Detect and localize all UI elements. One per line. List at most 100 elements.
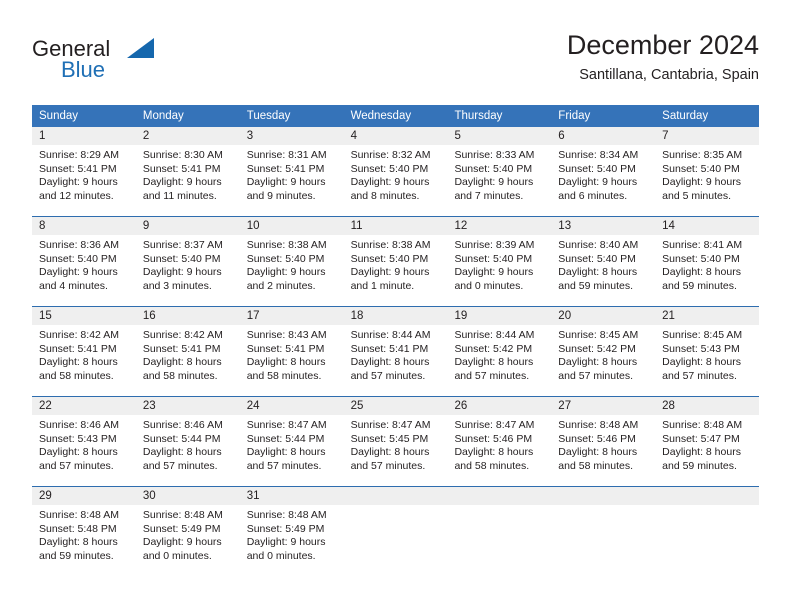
- day-details: Sunrise: 8:46 AM Sunset: 5:43 PM Daylight:…: [32, 415, 136, 479]
- sunrise-text: Sunrise: 8:38 AM: [246, 239, 327, 251]
- day-cell[interactable]: 27 Sunrise: 8:48 AM Sunset: 5:46 PM Dayligh…: [551, 397, 656, 479]
- day-number-band: 4: [343, 127, 448, 145]
- daylight-text-line2: and 12 minutes.: [39, 189, 114, 202]
- day-cell[interactable]: 25 Sunrise: 8:47 AM Sunset: 5:45 PM Dayligh…: [343, 397, 448, 479]
- day-number-band: 23: [135, 397, 240, 415]
- day-number-band: [447, 487, 552, 505]
- day-cell[interactable]: 17 Sunrise: 8:43 AM Sunset: 5:41 PM Dayligh…: [239, 307, 344, 389]
- daylight-text-line2: and 9 minutes.: [246, 189, 316, 202]
- day-details: Sunrise: 8:42 AM Sunset: 5:41 PM Daylight:…: [32, 325, 136, 389]
- sunset-text: Sunset: 5:44 PM: [142, 432, 221, 445]
- day-cell[interactable]: 26 Sunrise: 8:47 AM Sunset: 5:46 PM Dayligh…: [447, 397, 552, 479]
- day-details: Sunrise: 8:29 AM Sunset: 5:41 PM Daylight:…: [32, 145, 136, 209]
- day-number-band: 5: [447, 127, 552, 145]
- sunset-text: Sunset: 5:41 PM: [350, 342, 429, 355]
- sunset-text: Sunset: 5:40 PM: [454, 252, 533, 265]
- day-details: Sunrise: 8:37 AM Sunset: 5:40 PM Daylight:…: [136, 235, 240, 299]
- sunrise-text: Sunrise: 8:48 AM: [142, 509, 223, 521]
- sunrise-text: Sunrise: 8:42 AM: [142, 329, 223, 341]
- day-cell[interactable]: 8 Sunrise: 8:36 AM Sunset: 5:40 PM Daylight…: [32, 217, 136, 299]
- daylight-text-line2: and 57 minutes.: [350, 369, 426, 382]
- day-number: 6: [558, 130, 565, 142]
- sunrise-text: Sunrise: 8:29 AM: [39, 149, 119, 161]
- day-cell[interactable]: 21 Sunrise: 8:45 AM Sunset: 5:43 PM Dayligh…: [655, 307, 760, 389]
- day-details: Sunrise: 8:41 AM Sunset: 5:40 PM Daylight:…: [655, 235, 759, 299]
- sunset-text: Sunset: 5:41 PM: [142, 162, 221, 175]
- day-number: 5: [454, 130, 461, 142]
- day-cell[interactable]: 23 Sunrise: 8:46 AM Sunset: 5:44 PM Dayligh…: [135, 397, 240, 479]
- day-number: 4: [350, 130, 357, 142]
- sunrise-text: Sunrise: 8:30 AM: [142, 149, 223, 161]
- day-number-band: 9: [135, 217, 240, 235]
- day-cell[interactable]: 18 Sunrise: 8:44 AM Sunset: 5:41 PM Dayligh…: [343, 307, 448, 389]
- day-cell[interactable]: 6 Sunrise: 8:34 AM Sunset: 5:40 PM Daylight…: [551, 127, 656, 209]
- day-number: 27: [558, 400, 572, 412]
- day-cell[interactable]: 5 Sunrise: 8:33 AM Sunset: 5:40 PM Daylight…: [447, 127, 552, 209]
- daylight-text-line1: Daylight: 8 hours: [558, 266, 638, 279]
- day-number: 9: [142, 220, 150, 232]
- day-number-band: 1: [32, 127, 136, 145]
- sunset-text: Sunset: 5:40 PM: [558, 252, 636, 265]
- daylight-text-line2: and 57 minutes.: [454, 369, 530, 382]
- day-cell[interactable]: 3 Sunrise: 8:31 AM Sunset: 5:41 PM Daylight…: [239, 127, 344, 209]
- day-cell[interactable]: 29 Sunrise: 8:48 AM Sunset: 5:48 PM Dayligh…: [32, 487, 136, 569]
- day-number-band: 10: [239, 217, 344, 235]
- day-cell[interactable]: 13 Sunrise: 8:40 AM Sunset: 5:40 PM Dayligh…: [551, 217, 656, 299]
- calendar-grid: Sunday Monday Tuesday Wednesday Thursday…: [32, 105, 760, 569]
- sunrise-text: Sunrise: 8:47 AM: [246, 419, 327, 431]
- sunrise-text: Sunrise: 8:31 AM: [246, 149, 327, 161]
- triangle-icon: [127, 38, 154, 58]
- brand-logo[interactable]: General Blue: [32, 36, 232, 92]
- daylight-text-line2: and 59 minutes.: [662, 279, 737, 292]
- daylight-text-line2: and 58 minutes.: [142, 369, 218, 382]
- day-details: Sunrise: 8:48 AM Sunset: 5:48 PM Daylight:…: [32, 505, 136, 569]
- day-details: Sunrise: 8:47 AM Sunset: 5:45 PM Daylight:…: [344, 415, 448, 479]
- daylight-text-line2: and 57 minutes.: [662, 369, 737, 382]
- week-row: 1 Sunrise: 8:29 AM Sunset: 5:41 PM Daylight…: [32, 127, 760, 209]
- day-number-band: 27: [551, 397, 656, 415]
- day-cell[interactable]: 4 Sunrise: 8:32 AM Sunset: 5:40 PM Daylight…: [343, 127, 448, 209]
- day-cell[interactable]: 31 Sunrise: 8:48 AM Sunset: 5:49 PM Dayligh…: [239, 487, 344, 569]
- day-cell[interactable]: 15 Sunrise: 8:42 AM Sunset: 5:41 PM Dayligh…: [32, 307, 136, 389]
- day-number: 22: [39, 400, 52, 412]
- day-cell[interactable]: 9 Sunrise: 8:37 AM Sunset: 5:40 PM Daylight…: [135, 217, 240, 299]
- sunrise-text: Sunrise: 8:41 AM: [662, 239, 743, 251]
- day-cell[interactable]: 19 Sunrise: 8:44 AM Sunset: 5:42 PM Dayligh…: [447, 307, 552, 389]
- day-cell[interactable]: 30 Sunrise: 8:48 AM Sunset: 5:49 PM Dayligh…: [135, 487, 240, 569]
- sunset-text: Sunset: 5:42 PM: [454, 342, 533, 355]
- day-cell[interactable]: 10 Sunrise: 8:38 AM Sunset: 5:40 PM Dayligh…: [239, 217, 344, 299]
- sunset-text: Sunset: 5:49 PM: [246, 522, 325, 535]
- daylight-text-line2: and 58 minutes.: [39, 369, 114, 382]
- sunset-text: Sunset: 5:48 PM: [39, 522, 117, 535]
- sunset-text: Sunset: 5:41 PM: [39, 162, 117, 175]
- day-cell[interactable]: 24 Sunrise: 8:47 AM Sunset: 5:44 PM Dayligh…: [239, 397, 344, 479]
- day-details: Sunrise: 8:43 AM Sunset: 5:41 PM Daylight:…: [240, 325, 344, 389]
- day-cell[interactable]: 12 Sunrise: 8:39 AM Sunset: 5:40 PM Dayligh…: [447, 217, 552, 299]
- day-number: 29: [39, 490, 52, 502]
- daylight-text-line1: Daylight: 8 hours: [39, 356, 118, 369]
- week-row: 22 Sunrise: 8:46 AM Sunset: 5:43 PM Dayligh…: [32, 396, 760, 479]
- brand-name-blue: Blue: [61, 57, 106, 82]
- sunrise-text: Sunrise: 8:44 AM: [350, 329, 431, 341]
- day-number: 8: [39, 220, 46, 232]
- daylight-text-line1: Daylight: 9 hours: [39, 266, 118, 279]
- day-cell[interactable]: 11 Sunrise: 8:38 AM Sunset: 5:40 PM Dayligh…: [343, 217, 448, 299]
- day-number-band: 11: [343, 217, 448, 235]
- day-cell[interactable]: 22 Sunrise: 8:46 AM Sunset: 5:43 PM Dayligh…: [32, 397, 136, 479]
- day-cell[interactable]: 2 Sunrise: 8:30 AM Sunset: 5:41 PM Daylight…: [135, 127, 240, 209]
- day-cell[interactable]: 1 Sunrise: 8:29 AM Sunset: 5:41 PM Daylight…: [32, 127, 136, 209]
- day-cell[interactable]: 28 Sunrise: 8:48 AM Sunset: 5:47 PM Dayligh…: [655, 397, 760, 479]
- sunrise-text: Sunrise: 8:47 AM: [454, 419, 535, 431]
- weekday-header-friday: Friday: [558, 110, 591, 122]
- day-cell[interactable]: 14 Sunrise: 8:41 AM Sunset: 5:40 PM Dayligh…: [655, 217, 760, 299]
- day-details: Sunrise: 8:39 AM Sunset: 5:40 PM Daylight:…: [447, 235, 551, 299]
- day-cell[interactable]: 16 Sunrise: 8:42 AM Sunset: 5:41 PM Dayligh…: [135, 307, 240, 389]
- day-cell[interactable]: 7 Sunrise: 8:35 AM Sunset: 5:40 PM Daylight…: [655, 127, 760, 209]
- daylight-text-line2: and 58 minutes.: [558, 459, 634, 472]
- sunset-text: Sunset: 5:40 PM: [142, 252, 221, 265]
- daylight-text-line2: and 57 minutes.: [350, 459, 426, 472]
- daylight-text-line2: and 1 minute.: [350, 279, 415, 292]
- day-cell[interactable]: 20 Sunrise: 8:45 AM Sunset: 5:42 PM Dayligh…: [551, 307, 656, 389]
- daylight-text-line1: Daylight: 9 hours: [454, 266, 534, 279]
- day-details: Sunrise: 8:48 AM Sunset: 5:47 PM Daylight:…: [655, 415, 759, 479]
